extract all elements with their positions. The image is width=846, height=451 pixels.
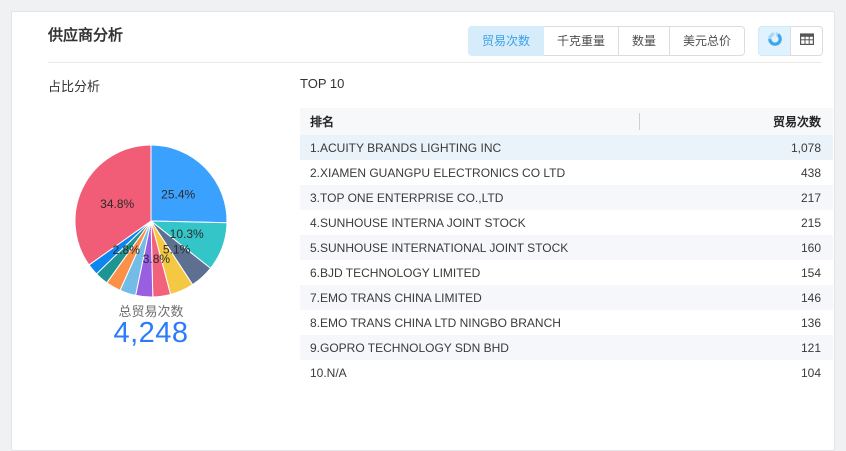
chart-view-button[interactable]: [758, 26, 791, 56]
supplier-pie-chart[interactable]: 25.4%10.3%5.1%3.8%2.8%34.8%: [61, 131, 241, 311]
tab-quantity[interactable]: 数量: [618, 26, 670, 56]
proportion-section-title: 占比分析: [48, 76, 100, 95]
table-row[interactable]: 8.EMO TRANS CHINA LTD NINGBO BRANCH 136: [300, 310, 833, 335]
table-row[interactable]: 9.GOPRO TECHNOLOGY SDN BHD 121: [300, 335, 833, 360]
top10-table: 排名 贸易次数 1.ACUITY BRANDS LIGHTING INC 1,0…: [300, 108, 833, 385]
page-title: 供应商分析: [48, 24, 123, 45]
table-row[interactable]: 10.N/A 104: [300, 360, 833, 385]
pie-slice-label: 10.3%: [170, 227, 204, 241]
table-row[interactable]: 3.TOP ONE ENTERPRISE CO.,LTD 217: [300, 185, 833, 210]
table-view-button[interactable]: [790, 26, 823, 56]
pie-slice-label: 2.8%: [113, 243, 141, 257]
supplier-analysis-panel: 供应商分析 贸易次数 千克重量 数量 美元总价: [0, 0, 846, 434]
table-row[interactable]: 1.ACUITY BRANDS LIGHTING INC 1,078: [300, 135, 833, 160]
pie-slice[interactable]: [151, 145, 227, 223]
pie-total-value: 4,248: [51, 317, 251, 350]
table-header-row: 排名 贸易次数: [300, 108, 833, 135]
tab-trade-count[interactable]: 贸易次数: [468, 26, 544, 56]
table-row[interactable]: 7.EMO TRANS CHINA LIMITED 146: [300, 285, 833, 310]
metric-tab-group: 贸易次数 千克重量 数量 美元总价: [468, 26, 745, 56]
table-row[interactable]: 5.SUNHOUSE INTERNATIONAL JOINT STOCK 160: [300, 235, 833, 260]
table-row[interactable]: 2.XIAMEN GUANGPU ELECTRONICS CO LTD 438: [300, 160, 833, 185]
header-divider: [48, 62, 822, 63]
tab-usd-total[interactable]: 美元总价: [669, 26, 745, 56]
column-divider[interactable]: [639, 113, 640, 130]
pie-slice-label: 25.4%: [161, 188, 195, 202]
column-header-trade-count: 贸易次数: [773, 113, 833, 130]
table-icon: [799, 31, 815, 52]
view-toggle-group: [758, 26, 823, 56]
tab-kg-weight[interactable]: 千克重量: [543, 26, 619, 56]
top10-section-title: TOP 10: [300, 76, 344, 91]
table-row[interactable]: 6.BJD TECHNOLOGY LIMITED 154: [300, 260, 833, 285]
pie-slice-label: 3.8%: [143, 252, 171, 266]
column-header-rank: 排名: [300, 113, 773, 130]
table-row[interactable]: 4.SUNHOUSE INTERNA JOINT STOCK 215: [300, 210, 833, 235]
pie-chart-icon: [767, 31, 783, 52]
pie-slice-label: 34.8%: [100, 197, 134, 211]
